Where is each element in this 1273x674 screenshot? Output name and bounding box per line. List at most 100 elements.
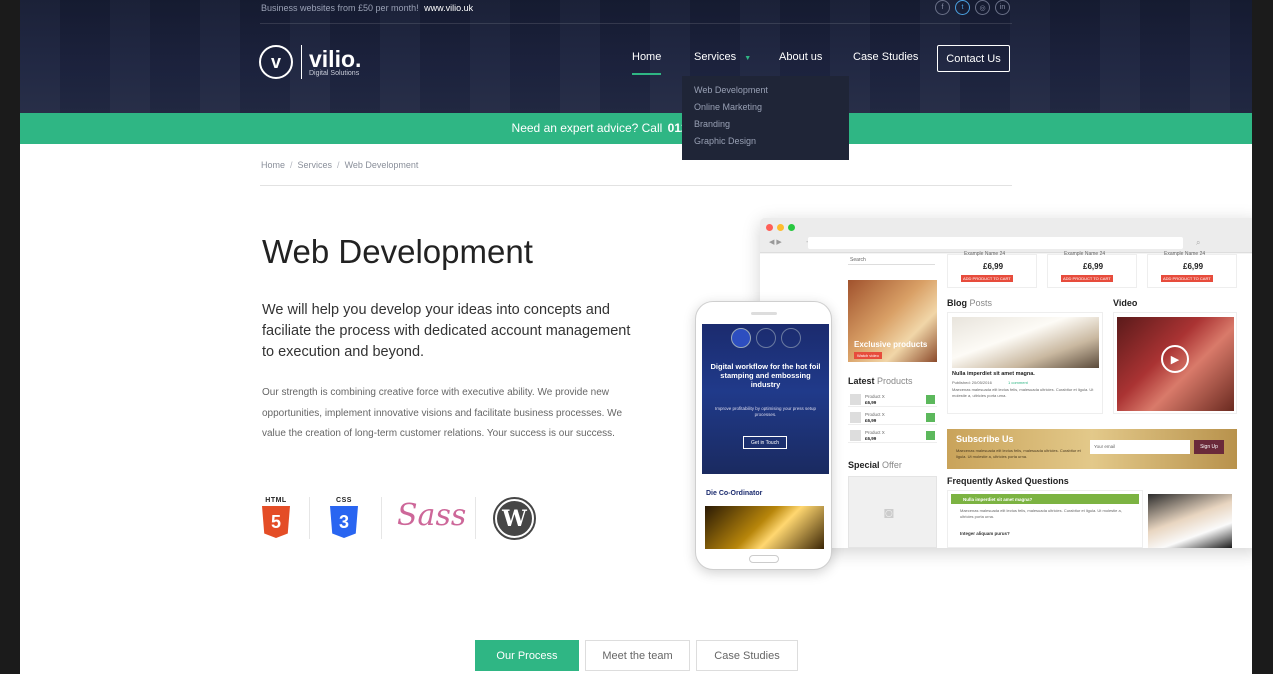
search-icon: ⌕: [1196, 238, 1201, 247]
phone-screen: Digital workflow for the hot foil stampi…: [702, 324, 829, 549]
mockup-site: Search Example Name 24 £6,99 ADD PRODUCT…: [760, 251, 1252, 548]
mockup-faq-open: Nulla imperdiet sit amet magna?: [951, 494, 1139, 504]
mockup-product-price: £6,99: [983, 262, 1004, 271]
cart-icon: [926, 413, 935, 422]
top-bar: Business websites from £50 per month! ww…: [260, 0, 1012, 24]
contact-us-button[interactable]: Contact Us: [937, 45, 1010, 72]
tab-our-process[interactable]: Our Process: [475, 640, 579, 671]
mockup-post-excerpt: Maecenas malesuada elit lectus felis, ma…: [952, 387, 1094, 398]
body-paragraph: Our strength is combining creative force…: [262, 387, 622, 439]
mockup-faq-q1: Nulla imperdiet sit amet magna?: [963, 496, 1033, 502]
phone-speaker: [751, 312, 777, 315]
html5-shield-icon: 5: [262, 506, 290, 538]
phone-subtext: Improve profitability by optimising your…: [714, 406, 817, 417]
back-forward-icon: ◀ ▶: [769, 239, 782, 246]
tools-icon: [756, 328, 776, 348]
nav-services[interactable]: Services ▼: [694, 51, 751, 63]
mockup-special-card: ◙: [848, 476, 937, 548]
promo-label: Business websites from £50 per month!: [261, 3, 419, 13]
play-icon: ▶: [1161, 345, 1189, 373]
mockup-faq-list: Nulla imperdiet sit amet magna? Maecenas…: [947, 490, 1143, 548]
mockup-signup-button: Sign Up: [1194, 440, 1224, 454]
mockup-video-heading: Video: [1113, 298, 1138, 308]
breadcrumb-home[interactable]: Home: [261, 160, 285, 170]
mockup-latest-heading: Latest Products: [848, 376, 913, 386]
twitter-icon[interactable]: t: [955, 0, 970, 15]
mockup-mini-price: £6,99: [865, 436, 877, 441]
page-frame: Business websites from £50 per month! ww…: [20, 0, 1252, 674]
mockup-mini-thumb: [850, 394, 861, 405]
layers-icon: [731, 328, 751, 348]
phone-cta-button: Get in Touch: [743, 436, 787, 449]
breadcrumb-services[interactable]: Services: [298, 160, 333, 170]
mockup-mini-price: £6,99: [865, 418, 877, 423]
mockup-blog-word: Blog: [947, 298, 967, 308]
mockup-latest-word: Latest: [848, 376, 875, 386]
phone-headline: Digital workflow for the hot foil stampi…: [710, 362, 821, 389]
mockup-product-price: £6,99: [1183, 262, 1204, 271]
mockup-mini-thumb: [850, 412, 861, 423]
minimize-dot-icon: [777, 224, 784, 231]
breadcrumb-current: Web Development: [344, 160, 419, 170]
lead-paragraph: We will help you develop your ideas into…: [262, 302, 631, 360]
phone-mockup: Digital workflow for the hot foil stampi…: [695, 301, 832, 570]
logo[interactable]: v vilio. Digital Solutions: [259, 45, 361, 79]
mockup-post-comments: 1 comment: [1008, 380, 1028, 385]
mockup-product-price: £6,99: [1083, 262, 1104, 271]
dropdown-item-graphic-design[interactable]: Graphic Design: [682, 133, 849, 150]
facebook-icon[interactable]: f: [935, 0, 950, 15]
mockup-video-card: ▶: [1113, 312, 1237, 414]
promo-link[interactable]: www.vilio.uk: [424, 3, 473, 13]
wordpress-logo: W: [493, 497, 536, 540]
tab-meet-the-team[interactable]: Meet the team: [585, 640, 690, 671]
nav-home[interactable]: Home: [632, 51, 662, 75]
camera-icon: ◙: [884, 505, 894, 522]
mockup-watch-button: Watch video: [854, 352, 882, 359]
breadcrumb-separator: /: [337, 160, 340, 170]
sass-logo: Sass: [397, 498, 467, 533]
linkedin-icon[interactable]: in: [995, 0, 1010, 15]
logo-divider-2: [381, 497, 382, 539]
cart-icon: [926, 395, 935, 404]
instagram-icon[interactable]: ◎: [975, 0, 990, 15]
css3-logo: CSS 3: [330, 497, 358, 538]
mockup-email-input: Your email: [1090, 440, 1190, 454]
nav-services-label: Services: [694, 51, 737, 63]
dropdown-item-web-development[interactable]: Web Development: [682, 82, 849, 99]
mockup-blog-image: [952, 317, 1099, 368]
nav-about[interactable]: About us: [779, 51, 822, 63]
maximize-dot-icon: [788, 224, 795, 231]
mockup-subscribe-text: Maecenas malesuada elit lectus felis, ma…: [956, 448, 1081, 459]
breadcrumb: Home / Services / Web Development: [261, 160, 418, 170]
advice-bar: Need an expert advice? Call 0123 111 123…: [20, 113, 1252, 144]
mockup-offer-word: Offer: [882, 460, 902, 470]
logo-tagline: Digital Solutions: [309, 69, 360, 77]
mockup-exclusive-text: Exclusive products: [854, 340, 928, 349]
logo-name: vilio.: [309, 45, 362, 72]
hero-header: Business websites from £50 per month! ww…: [20, 0, 1252, 113]
mockup-product-name: Example Name 24: [1164, 251, 1206, 257]
nav-case-studies[interactable]: Case Studies: [853, 51, 918, 63]
advice-text: Need an expert advice? Call: [511, 121, 663, 135]
mockup-faq-answer: Maecenas malesuada elit lectus felis, ma…: [960, 508, 1122, 519]
html5-logo: HTML 5: [262, 497, 290, 538]
mockup-product-card: Example Name 24 £6,99 ADD PRODUCT TO CAR…: [1047, 251, 1137, 288]
divider: [260, 185, 1012, 186]
dropdown-item-online-marketing[interactable]: Online Marketing: [682, 99, 849, 116]
mockup-posts-word: Posts: [969, 298, 993, 308]
mockup-special-word: Special: [848, 460, 880, 470]
logo-divider-3: [475, 497, 476, 539]
lock-icon: [781, 328, 801, 348]
css3-shield-icon: 3: [330, 506, 358, 538]
mockup-mini-product: Product X £6,99: [848, 410, 937, 425]
mockup-add-button: ADD PRODUCT TO CART: [1161, 275, 1213, 282]
dropdown-item-branding[interactable]: Branding: [682, 116, 849, 133]
tab-case-studies[interactable]: Case Studies: [696, 640, 798, 671]
browser-url-bar: [808, 237, 1183, 249]
mockup-search: Search: [848, 256, 935, 265]
promo-text: Business websites from £50 per month! ww…: [261, 3, 473, 13]
chevron-down-icon: ▼: [744, 55, 752, 62]
mockup-subscribe-title: Subscribe Us: [956, 434, 1014, 444]
page-title: Web Development: [262, 233, 533, 270]
mockup-product-name: Example Name 24: [964, 251, 1006, 257]
